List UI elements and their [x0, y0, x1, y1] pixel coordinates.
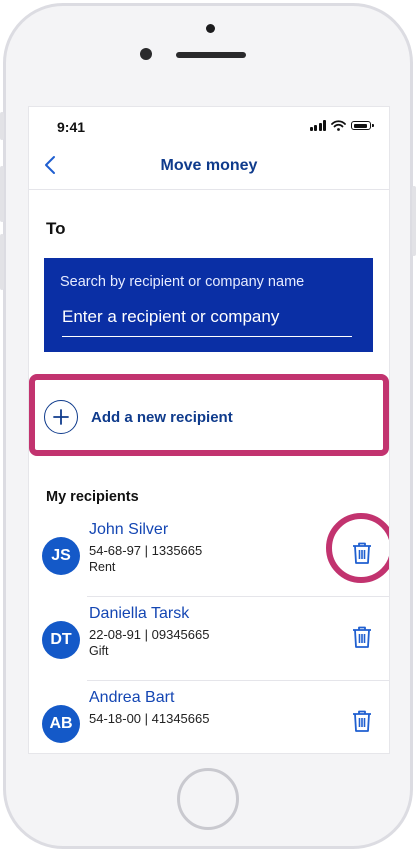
status-icons [309, 120, 374, 131]
volume-down-button [0, 234, 4, 290]
mute-switch [0, 112, 4, 140]
recipient-reference: Gift [89, 644, 109, 658]
recipient-search-input[interactable] [62, 302, 352, 337]
avatar: AB [42, 705, 80, 743]
avatar: JS [42, 537, 80, 575]
wifi-icon [331, 120, 346, 131]
front-camera [206, 24, 215, 33]
recipient-reference: Rent [89, 560, 116, 574]
delete-highlight [326, 513, 389, 583]
recipient-account: 54-68-97 | 1335665 [89, 543, 203, 558]
search-label: Search by recipient or company name [60, 274, 305, 290]
status-bar: 9:41 [29, 107, 389, 141]
recipient-search-panel: Search by recipient or company name [44, 258, 373, 352]
navigation-bar: Move money [29, 143, 389, 190]
my-recipients-heading: My recipients [46, 489, 139, 505]
home-button[interactable] [177, 768, 239, 830]
volume-up-button [0, 166, 4, 222]
app-screen: 9:41 Move money To Search by recipient o… [28, 106, 390, 754]
add-recipient-label: Add a new recipient [91, 408, 233, 426]
plus-circle-icon [44, 400, 78, 434]
recipient-row[interactable]: AB Andrea Bart 54-18-00 | 41345665 [29, 681, 389, 753]
recipient-row[interactable]: DT Daniella Tarsk 22-08-91 | 09345665 Gi… [29, 597, 389, 681]
page-title: Move money [160, 157, 258, 174]
recipient-account: 22-08-91 | 09345665 [89, 627, 210, 642]
proximity-sensor [140, 48, 152, 60]
battery-icon [351, 121, 374, 130]
to-heading: To [46, 219, 66, 238]
power-button [412, 186, 416, 256]
status-time: 9:41 [57, 119, 86, 135]
recipient-name: Daniella Tarsk [89, 605, 190, 622]
recipient-name: John Silver [89, 521, 169, 538]
recipient-name: Andrea Bart [89, 689, 175, 706]
trash-icon[interactable] [351, 709, 373, 733]
cellular-signal-icon [309, 120, 326, 131]
trash-icon[interactable] [351, 625, 373, 649]
avatar: DT [42, 621, 80, 659]
add-recipient-button[interactable]: Add a new recipient [44, 399, 233, 435]
earpiece-speaker [176, 52, 246, 58]
recipient-account: 54-18-00 | 41345665 [89, 711, 210, 726]
